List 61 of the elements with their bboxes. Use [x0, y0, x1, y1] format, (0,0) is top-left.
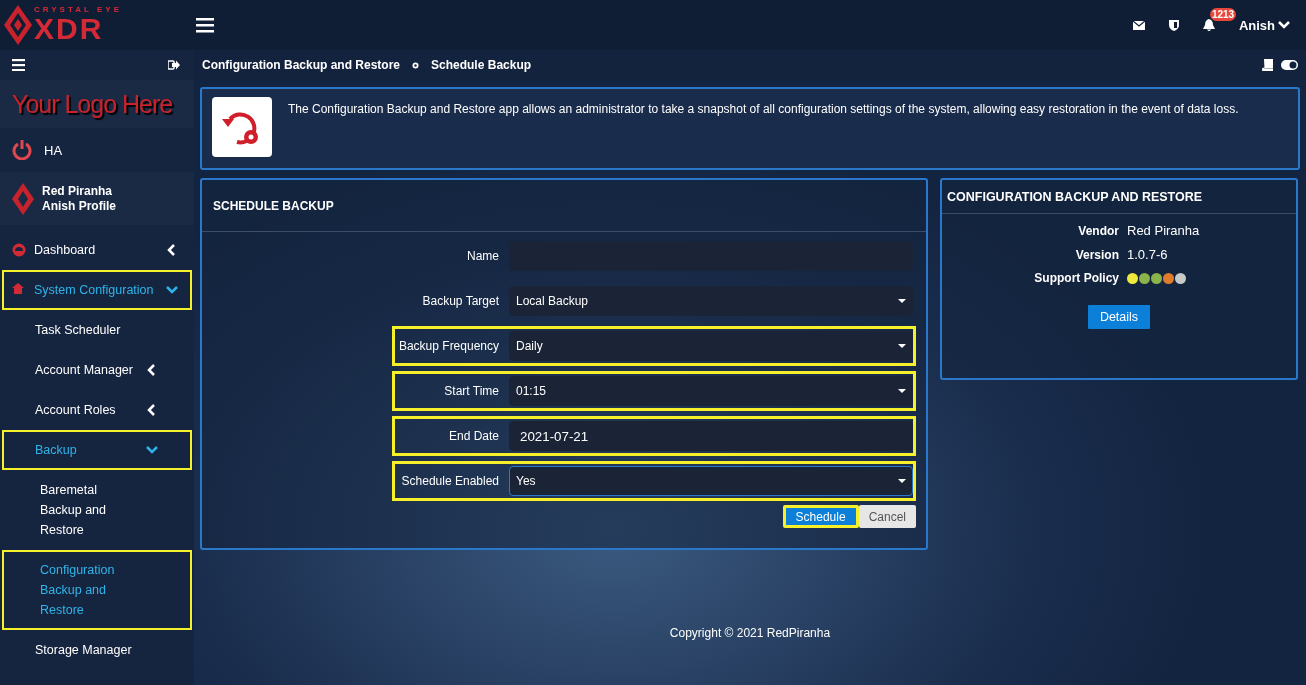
panel-title: CONFIGURATION BACKUP AND RESTORE — [942, 180, 1296, 214]
select-field[interactable]: Local Backup — [509, 286, 913, 316]
cancel-button[interactable]: Cancel — [858, 505, 916, 528]
field-label: End Date — [447, 429, 499, 443]
book-icon[interactable] — [1262, 59, 1273, 71]
copyright-text: Copyright © 2021 RedPiranha — [669, 626, 831, 640]
ha-label: HA — [44, 142, 63, 158]
shield-icon[interactable] — [1168, 19, 1179, 31]
menu-item[interactable]: Baremetal Backup and Restore — [2, 470, 192, 550]
info-label: Version — [1074, 247, 1119, 262]
caret-icon — [898, 344, 906, 348]
menu-item[interactable]: System Configuration — [2, 270, 192, 310]
logout-icon[interactable] — [168, 60, 180, 70]
caret-icon — [898, 299, 906, 303]
select-field[interactable]: Daily — [509, 331, 913, 361]
details-button[interactable]: Details — [1087, 305, 1151, 329]
company-icon — [12, 182, 34, 215]
user-menu[interactable]: Anish — [1238, 17, 1290, 33]
menu-item[interactable]: Backup — [2, 430, 192, 470]
info-label: Vendor — [1077, 223, 1119, 238]
caret-icon — [898, 389, 906, 393]
logo-icon — [4, 5, 32, 45]
caret-icon — [898, 479, 906, 483]
mail-icon[interactable] — [1132, 20, 1145, 30]
field-label: Schedule Enabled — [400, 474, 499, 488]
menu-item[interactable]: Account Manager — [2, 350, 192, 390]
chevron-icon — [1278, 20, 1290, 30]
company-name: Red Piranha — [42, 184, 114, 199]
panel-title: SCHEDULE BACKUP — [202, 180, 926, 232]
menu-item[interactable]: Configuration Backup and Restore — [2, 550, 192, 630]
field-label: Name — [466, 249, 499, 263]
breadcrumb-item[interactable]: Schedule Backup — [431, 58, 532, 72]
toggle-icon[interactable] — [1281, 60, 1298, 70]
intro-text: The Configuration Backup and Restore app allows an administrator to take a snapshot of all configuration settings of the system, allowing easy restoration in the event of data loss. — [288, 101, 1239, 118]
info-value: 1.0.7-6 — [1127, 247, 1169, 262]
brand-name: XDR — [34, 14, 105, 44]
home-icon — [12, 283, 26, 297]
info-value: Red Piranha — [1127, 223, 1201, 238]
info-label: Support Policy — [1033, 271, 1119, 285]
breadcrumb-item[interactable]: Configuration Backup and Restore — [202, 58, 401, 72]
schedule-button[interactable]: Schedule — [782, 505, 859, 528]
bullet-icon — [412, 61, 420, 69]
date-field[interactable]: 2021-07-21 — [509, 421, 913, 451]
menu-item[interactable]: Account Roles — [2, 390, 192, 430]
field-label: Backup Frequency — [398, 339, 499, 353]
menu-item[interactable]: Task Scheduler — [2, 310, 192, 350]
select-field[interactable]: 01:15 — [509, 376, 913, 406]
brand-tagline: CRYSTAL EYE — [34, 6, 122, 14]
power-icon — [12, 140, 32, 160]
select-field[interactable]: Yes — [509, 466, 913, 496]
custom-logo: Your Logo Here — [0, 80, 194, 128]
notification-badge: 1213 — [1209, 8, 1237, 21]
menu-item[interactable]: Dashboard — [2, 230, 192, 270]
dashboard-icon — [12, 243, 26, 257]
menu-item[interactable]: Storage Manager — [2, 630, 192, 670]
field-label: Start Time — [443, 384, 499, 398]
bell-icon[interactable] — [1202, 19, 1215, 31]
profile-name: Anish Profile — [42, 198, 116, 213]
menu-icon[interactable] — [196, 17, 214, 33]
field-label: Backup Target — [421, 294, 499, 308]
menu-icon[interactable] — [12, 59, 25, 71]
